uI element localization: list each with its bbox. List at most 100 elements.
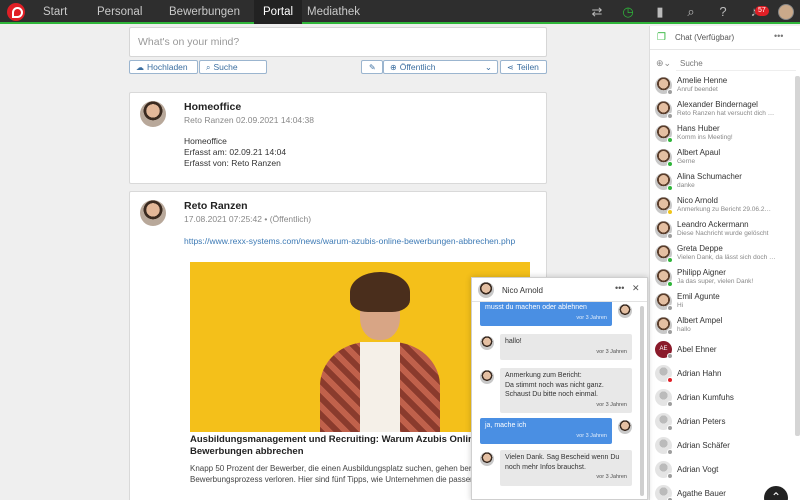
message-avatar: [618, 420, 632, 434]
nav-tab-mediathek[interactable]: Mediathek: [298, 0, 369, 24]
contact-name: Alexander Bindernagel: [677, 100, 758, 109]
message-avatar: [480, 336, 494, 350]
presence-status-dot: [667, 209, 673, 215]
author-avatar[interactable]: [140, 200, 166, 226]
visibility-label: Öffentlich: [399, 62, 436, 72]
contact-list-scrollbar[interactable]: [795, 76, 800, 436]
post-author[interactable]: Homeoffice: [184, 101, 241, 113]
contact-name: Amelie Henne: [677, 76, 728, 85]
visibility-select[interactable]: ⊕ Öffentlich ⌄: [383, 60, 498, 74]
presence-status-dot: [667, 329, 673, 335]
contact-name: Agathe Bauer: [677, 489, 726, 498]
chat-panel-title[interactable]: Chat (Verfügbar): [675, 33, 734, 42]
contact-item[interactable]: Nico Arnold Anmerkung zu Bericht 29.06.2…: [650, 194, 796, 218]
contact-name: Adrian Peters: [677, 417, 726, 426]
more-options-icon[interactable]: •••: [615, 283, 624, 293]
contact-item[interactable]: Adrian Vogt: [650, 458, 796, 482]
message-timestamp: vor 3 Jahren: [576, 432, 607, 439]
contact-name: Albert Apaul: [677, 148, 721, 157]
chat-window-header: Nico Arnold ••• ✕: [472, 278, 647, 302]
message-timestamp: vor 3 Jahren: [596, 474, 627, 480]
presence-status-dot: [667, 137, 673, 143]
pin-button[interactable]: ✎: [361, 60, 383, 74]
outgoing-message: ja, mache ich vor 3 Jahren: [480, 418, 612, 444]
help-icon[interactable]: ?: [715, 4, 731, 20]
contact-item[interactable]: Adrian Peters: [650, 410, 796, 434]
contact-last-message: Ja das super, vielen Dank!: [677, 278, 754, 285]
user-avatar[interactable]: [778, 4, 794, 20]
globe-icon: ⊕: [390, 63, 397, 72]
contact-last-message: Vielen Dank, da lässt sich doch …: [677, 254, 776, 261]
contact-item[interactable]: Emil Agunte Hi: [650, 290, 796, 314]
contact-last-message: Gerne: [677, 158, 696, 165]
message-avatar: [618, 304, 632, 318]
contact-name: Adrian Hahn: [677, 369, 722, 378]
author-avatar[interactable]: [140, 101, 166, 127]
upload-label: Hochladen: [147, 62, 188, 72]
close-icon[interactable]: ✕: [632, 283, 640, 294]
contact-item[interactable]: Adrian Kumfuhs: [650, 386, 796, 410]
more-options-icon[interactable]: •••: [774, 31, 783, 41]
chat-window: Nico Arnold ••• ✕ musst du machen oder a…: [471, 277, 648, 500]
chat-panel: ❐ Chat (Verfügbar) ••• ⊕⌄ Amelie HenneAn…: [649, 26, 800, 500]
chat-search-input[interactable]: [676, 56, 796, 71]
chat-search-bar: ⊕⌄: [650, 56, 800, 72]
presence-status-dot: [667, 113, 673, 119]
contact-item[interactable]: Albert Apaul Gerne: [650, 146, 796, 170]
incoming-message: Vielen Dank. Sag Bescheid wenn Du noch m…: [500, 450, 632, 486]
compose-input[interactable]: What's on your mind?: [129, 27, 547, 57]
presence-status-dot: [667, 377, 673, 383]
pin-icon: ✎: [369, 63, 376, 72]
contact-last-message: Hi: [677, 302, 684, 309]
contact-item[interactable]: Albert Ampel hallo: [650, 314, 796, 338]
share-button[interactable]: ⋖ Teilen: [500, 60, 547, 74]
nav-tab-start[interactable]: Start: [34, 0, 76, 24]
app-logo[interactable]: [7, 3, 25, 21]
contact-name: Adrian Schäfer: [677, 441, 730, 450]
post-author[interactable]: Reto Ranzen: [184, 200, 248, 212]
chat-messages: musst du machen oder ablehnen vor 3 Jahre…: [472, 302, 647, 500]
search-button[interactable]: ⌕ Suche: [199, 60, 267, 74]
chat-partner-avatar: [478, 282, 494, 298]
presence-status-dot: [667, 185, 673, 191]
presence-status-dot: [667, 89, 673, 95]
incoming-message: Anmerkung zum Bericht: Da stimmt noch was…: [500, 368, 632, 413]
contact-item[interactable]: Alexander Bindernagel Reto Ranzen hat ver…: [650, 98, 796, 122]
globe-icon[interactable]: ⊕⌄: [656, 58, 671, 69]
contact-item[interactable]: AE Abel Ehner: [650, 338, 796, 362]
swap-icon[interactable]: ⇄: [589, 4, 605, 20]
post-link[interactable]: https://www.rexx-systems.com/news/warum-…: [184, 236, 515, 246]
contact-last-message: Diese Nachricht wurde gelöscht: [677, 230, 769, 237]
contact-name: Adrian Kumfuhs: [677, 393, 734, 402]
post-text-line: Erfasst am: 02.09.21 14:04: [184, 147, 287, 157]
contact-name: Abel Ehner: [677, 345, 717, 354]
contact-name: Hans Huber: [677, 124, 720, 133]
contact-last-message: Anruf beendet: [677, 86, 718, 93]
share-label: Teilen: [516, 62, 539, 72]
contact-item[interactable]: Adrian Hahn: [650, 362, 796, 386]
contact-item[interactable]: Leandro Ackermann Diese Nachricht wurde g…: [650, 218, 796, 242]
contact-last-message: danke: [677, 182, 695, 189]
upload-button[interactable]: ☁ Hochladen: [129, 60, 198, 74]
presence-status-dot: [667, 353, 673, 359]
search-icon[interactable]: ⌕: [683, 4, 699, 20]
contact-name: Nico Arnold: [677, 196, 718, 205]
chat-partner-name[interactable]: Nico Arnold: [502, 286, 543, 295]
contact-item[interactable]: Alina Schumacher danke: [650, 170, 796, 194]
contact-name: Leandro Ackermann: [677, 220, 749, 229]
post-meta: 17.08.2021 07:25:42 • (Öffentlich): [184, 214, 312, 224]
presence-status-dot: [667, 473, 673, 479]
chat-messages-scrollbar[interactable]: [640, 306, 644, 496]
message-timestamp: vor 3 Jahren: [596, 348, 627, 355]
contact-item[interactable]: Greta Deppe Vielen Dank, da lässt sich do…: [650, 242, 796, 266]
contact-item[interactable]: Philipp Aigner Ja das super, vielen Dank!: [650, 266, 796, 290]
presence-status-dot: [667, 281, 673, 287]
timer-icon[interactable]: ◷: [620, 4, 636, 20]
bookmark-icon[interactable]: ▮: [652, 4, 668, 20]
contact-item[interactable]: Amelie Henne Anruf beendet: [650, 74, 796, 98]
contact-item[interactable]: Hans Huber Komm ins Meeting!: [650, 122, 796, 146]
nav-tab-portal[interactable]: Portal: [254, 0, 303, 24]
nav-tab-bewerbungen[interactable]: Bewerbungen: [160, 0, 249, 24]
nav-tab-personal[interactable]: Personal: [88, 0, 151, 24]
contact-item[interactable]: Adrian Schäfer: [650, 434, 796, 458]
